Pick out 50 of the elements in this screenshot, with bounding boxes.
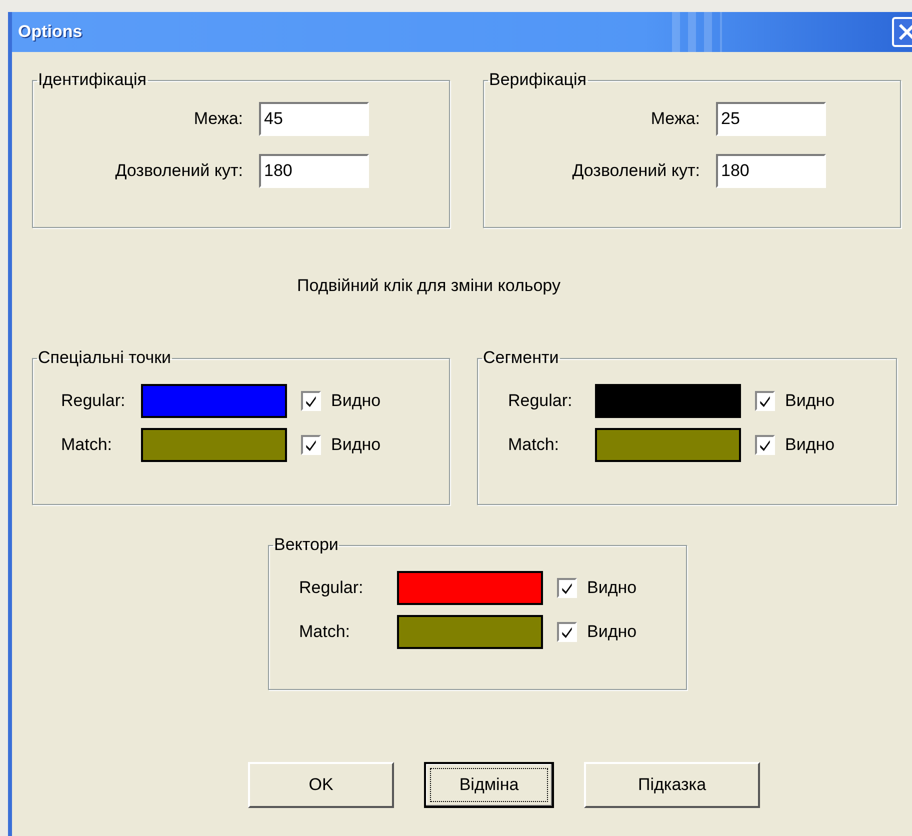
color-swatch[interactable] (141, 384, 287, 418)
group-title: Вектори (273, 535, 340, 555)
checkbox[interactable] (755, 435, 775, 455)
dialog-button[interactable]: Підказка (584, 762, 760, 808)
dialog-button[interactable]: OK (248, 762, 394, 808)
field-label: Дозволений кут: (115, 161, 243, 181)
hint-text: Подвійний клік для зміни кольору (297, 276, 562, 297)
checkbox-label: Видно (785, 391, 835, 411)
checkbox-label: Видно (785, 435, 835, 455)
row-label: Regular: (60, 391, 126, 411)
input-field[interactable]: 25 (716, 102, 826, 136)
group-title: Сегменти (482, 348, 560, 368)
checkbox-label: Видно (331, 391, 381, 411)
checkbox[interactable] (557, 622, 577, 642)
color-swatch[interactable] (595, 384, 741, 418)
checkmark-icon (305, 395, 317, 407)
window-title: Options (18, 22, 82, 42)
title-bar-pattern (672, 12, 722, 52)
row-label: Match: (60, 435, 114, 455)
checkbox-label: Видно (587, 578, 637, 598)
group-title: Спеціальні точки (37, 348, 172, 368)
row-label: Match: (298, 622, 352, 642)
row-label: Match: (507, 435, 560, 455)
checkbox[interactable] (755, 391, 775, 411)
color-swatch[interactable] (595, 428, 741, 462)
field-label: Дозволений кут: (572, 161, 700, 181)
color-swatch[interactable] (141, 428, 287, 462)
checkmark-icon (561, 626, 573, 638)
checkbox-label: Видно (587, 622, 637, 642)
row-label: Regular: (507, 391, 574, 411)
row-label: Regular: (298, 578, 364, 598)
field-label: Межа: (194, 109, 243, 129)
group-title: Верифікація (488, 70, 588, 90)
field-label: Межа: (650, 109, 700, 129)
input-field[interactable]: 180 (259, 154, 369, 188)
color-swatch[interactable] (397, 571, 543, 605)
checkbox-label: Видно (331, 435, 381, 455)
checkbox[interactable] (301, 435, 321, 455)
checkmark-icon (305, 439, 317, 451)
checkmark-icon (759, 439, 771, 451)
checkbox[interactable] (301, 391, 321, 411)
color-swatch[interactable] (397, 615, 543, 649)
checkmark-icon (759, 395, 771, 407)
checkbox[interactable] (557, 578, 577, 598)
input-field[interactable]: 180 (716, 154, 826, 188)
input-field[interactable]: 45 (259, 102, 369, 136)
checkmark-icon (561, 582, 573, 594)
dialog-button[interactable]: Відміна (424, 762, 554, 808)
close-icon (897, 22, 912, 42)
group-title: Ідентифікація (37, 70, 148, 90)
